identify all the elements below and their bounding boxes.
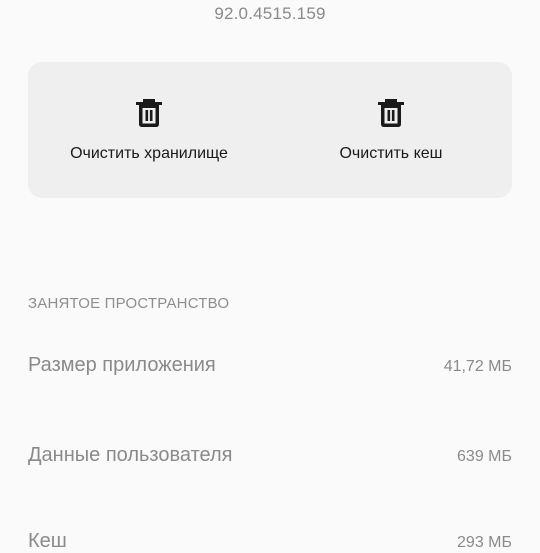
storage-section-title: ЗАНЯТОЕ ПРОСТРАНСТВО — [28, 295, 230, 312]
row-label: Кеш — [28, 530, 67, 552]
clear-cache-button[interactable]: Очистить кеш — [270, 62, 512, 198]
storage-row-app-size: Размер приложения 41,72 МБ — [28, 354, 512, 377]
trash-icon — [378, 99, 404, 127]
clear-storage-label: Очистить хранилище — [70, 145, 228, 162]
row-value: 639 МБ — [457, 448, 512, 465]
storage-actions-card: Очистить хранилище Очистить кеш — [28, 62, 512, 198]
row-label: Размер приложения — [28, 354, 216, 376]
app-version: 92.0.4515.159 — [214, 4, 326, 23]
row-label: Данные пользователя — [28, 444, 233, 466]
clear-storage-button[interactable]: Очистить хранилище — [28, 62, 270, 198]
row-value: 41,72 МБ — [443, 358, 512, 375]
clear-cache-label: Очистить кеш — [339, 145, 443, 162]
trash-icon — [136, 99, 162, 127]
row-value: 293 МБ — [457, 534, 512, 551]
storage-row-user-data: Данные пользователя 639 МБ — [28, 444, 512, 467]
storage-row-cache: Кеш 293 МБ — [28, 530, 512, 553]
